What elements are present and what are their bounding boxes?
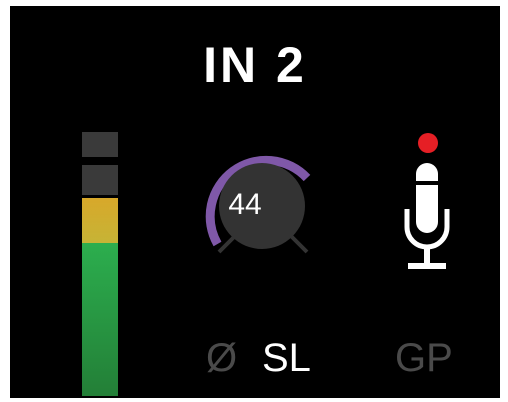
mic-base xyxy=(408,263,446,269)
phantom-indicator xyxy=(418,133,438,153)
stereo-link-button[interactable]: SL xyxy=(262,336,311,380)
knob-pointer-left xyxy=(217,234,237,254)
level-meter xyxy=(82,132,118,396)
meter-segment-yellow xyxy=(82,198,118,243)
mic-capsule xyxy=(416,163,438,233)
meter-segment-off xyxy=(82,165,118,195)
meter-segment-off xyxy=(82,132,118,157)
knob-pointer-right xyxy=(289,234,309,254)
gain-value: 44 xyxy=(228,188,262,221)
mic-grille-line xyxy=(416,181,438,185)
meter-segment-green xyxy=(82,243,118,396)
microphone-icon[interactable] xyxy=(400,126,464,276)
group-button[interactable]: GP xyxy=(395,336,453,380)
phase-invert-button[interactable]: Ø xyxy=(206,336,237,380)
channel-screen: IN 2 44 Ø SL GP xyxy=(10,6,500,398)
channel-title: IN 2 xyxy=(203,37,307,93)
mic-stand xyxy=(424,246,430,263)
